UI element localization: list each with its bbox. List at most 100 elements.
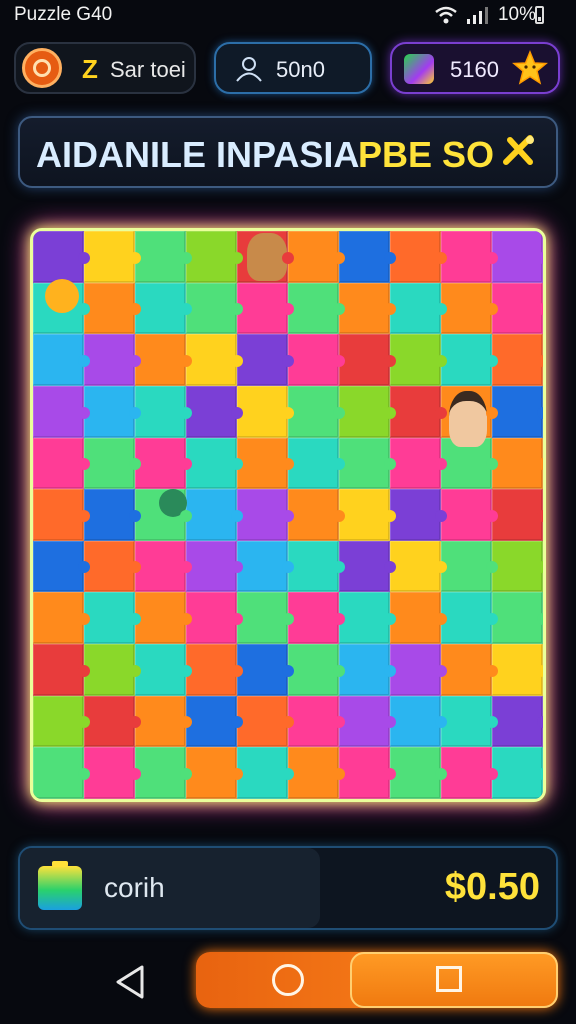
- puzzle-piece[interactable]: [186, 437, 243, 490]
- puzzle-piece[interactable]: [33, 747, 90, 799]
- puzzle-piece[interactable]: [390, 334, 447, 386]
- puzzle-piece[interactable]: [492, 282, 543, 335]
- puzzle-piece[interactable]: [441, 282, 498, 335]
- puzzle-piece[interactable]: [441, 644, 498, 696]
- purchase-bar[interactable]: corih $0.50: [18, 846, 558, 930]
- puzzle-piece[interactable]: [84, 695, 141, 748]
- puzzle-piece[interactable]: [33, 695, 90, 748]
- puzzle-piece[interactable]: [84, 489, 141, 541]
- puzzle-piece[interactable]: [186, 540, 243, 593]
- purchase-price[interactable]: $0.50: [445, 866, 540, 909]
- puzzle-piece[interactable]: [135, 747, 192, 799]
- puzzle-piece[interactable]: [84, 540, 141, 593]
- puzzle-piece[interactable]: [288, 231, 345, 283]
- puzzle-piece[interactable]: [237, 489, 294, 541]
- puzzle-piece[interactable]: [492, 334, 543, 386]
- puzzle-piece[interactable]: [135, 334, 192, 386]
- puzzle-piece[interactable]: [339, 437, 396, 490]
- puzzle-piece[interactable]: [186, 695, 243, 748]
- puzzle-piece[interactable]: [288, 334, 345, 386]
- puzzle-piece[interactable]: [135, 385, 192, 438]
- puzzle-piece[interactable]: [339, 540, 396, 593]
- puzzle-piece[interactable]: [390, 231, 447, 283]
- puzzle-piece[interactable]: [339, 385, 396, 438]
- puzzle-piece[interactable]: [84, 334, 141, 386]
- puzzle-piece[interactable]: [288, 747, 345, 799]
- puzzle-piece[interactable]: [288, 489, 345, 541]
- gems-counter[interactable]: 5160: [390, 42, 560, 94]
- sparkle-icon[interactable]: [500, 132, 538, 170]
- puzzle-piece[interactable]: [390, 489, 447, 541]
- home-icon[interactable]: [272, 964, 304, 996]
- puzzle-piece[interactable]: [339, 282, 396, 335]
- puzzle-piece[interactable]: [339, 592, 396, 645]
- puzzle-piece[interactable]: [288, 695, 345, 748]
- puzzle-piece[interactable]: [84, 231, 141, 283]
- puzzle-piece[interactable]: [339, 747, 396, 799]
- puzzle-piece[interactable]: [288, 437, 345, 490]
- puzzle-piece[interactable]: [441, 695, 498, 748]
- puzzle-piece[interactable]: [84, 282, 141, 335]
- puzzle-grid[interactable]: [33, 231, 543, 799]
- puzzle-piece[interactable]: [33, 334, 90, 386]
- puzzle-piece[interactable]: [84, 437, 141, 490]
- puzzle-piece[interactable]: [33, 489, 90, 541]
- puzzle-piece[interactable]: [390, 644, 447, 696]
- puzzle-piece[interactable]: [492, 695, 543, 748]
- puzzle-piece[interactable]: [84, 385, 141, 438]
- puzzle-piece[interactable]: [492, 747, 543, 799]
- puzzle-piece[interactable]: [390, 695, 447, 748]
- puzzle-piece[interactable]: [288, 282, 345, 335]
- avatar[interactable]: [22, 48, 62, 88]
- puzzle-piece[interactable]: [390, 592, 447, 645]
- puzzle-piece[interactable]: [237, 334, 294, 386]
- puzzle-piece[interactable]: [441, 489, 498, 541]
- puzzle-piece[interactable]: [492, 385, 543, 438]
- puzzle-piece[interactable]: [135, 437, 192, 490]
- puzzle-piece[interactable]: [237, 385, 294, 438]
- puzzle-piece[interactable]: [237, 644, 294, 696]
- puzzle-piece[interactable]: [441, 747, 498, 799]
- puzzle-piece[interactable]: [390, 540, 447, 593]
- puzzle-piece[interactable]: [339, 334, 396, 386]
- puzzle-piece[interactable]: [186, 592, 243, 645]
- puzzle-piece[interactable]: [492, 592, 543, 645]
- puzzle-piece[interactable]: [288, 644, 345, 696]
- puzzle-piece[interactable]: [237, 695, 294, 748]
- puzzle-piece[interactable]: [33, 437, 90, 490]
- puzzle-piece[interactable]: [84, 592, 141, 645]
- puzzle-piece[interactable]: [390, 747, 447, 799]
- puzzle-piece[interactable]: [135, 592, 192, 645]
- player-profile[interactable]: Z Sar toei: [14, 42, 196, 94]
- puzzle-piece[interactable]: [33, 385, 90, 438]
- puzzle-piece[interactable]: [135, 282, 192, 335]
- puzzle-piece[interactable]: [33, 644, 90, 696]
- puzzle-piece[interactable]: [390, 437, 447, 490]
- puzzle-piece[interactable]: [84, 644, 141, 696]
- puzzle-piece[interactable]: [390, 385, 447, 438]
- star-icon[interactable]: [512, 50, 548, 86]
- puzzle-piece[interactable]: [237, 592, 294, 645]
- puzzle-piece[interactable]: [339, 695, 396, 748]
- puzzle-piece[interactable]: [237, 437, 294, 490]
- puzzle-piece[interactable]: [339, 231, 396, 283]
- puzzle-piece[interactable]: [237, 747, 294, 799]
- puzzle-piece[interactable]: [135, 695, 192, 748]
- puzzle-piece[interactable]: [288, 592, 345, 645]
- puzzle-piece[interactable]: [33, 231, 90, 283]
- puzzle-piece[interactable]: [441, 231, 498, 283]
- puzzle-piece[interactable]: [441, 334, 498, 386]
- players-counter[interactable]: 50n0: [214, 42, 372, 94]
- puzzle-board[interactable]: [30, 228, 546, 802]
- puzzle-piece[interactable]: [492, 644, 543, 696]
- puzzle-piece[interactable]: [492, 489, 543, 541]
- puzzle-piece[interactable]: [186, 231, 243, 283]
- puzzle-piece[interactable]: [186, 385, 243, 438]
- puzzle-piece[interactable]: [237, 540, 294, 593]
- puzzle-piece[interactable]: [186, 282, 243, 335]
- puzzle-piece[interactable]: [492, 540, 543, 593]
- puzzle-piece[interactable]: [135, 540, 192, 593]
- puzzle-piece[interactable]: [288, 385, 345, 438]
- puzzle-piece[interactable]: [84, 747, 141, 799]
- puzzle-piece[interactable]: [288, 540, 345, 593]
